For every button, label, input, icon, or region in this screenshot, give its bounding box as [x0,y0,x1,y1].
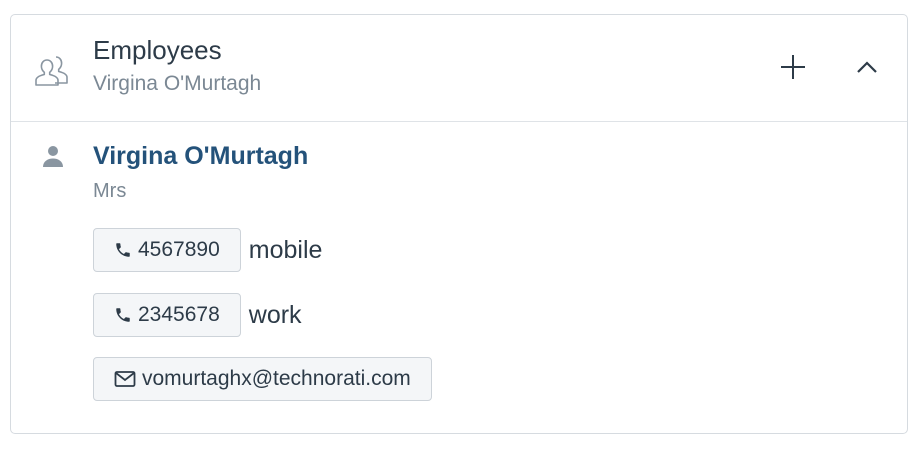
users-icon [33,49,73,89]
chevron-up-icon [856,60,878,79]
card-header: Employees Virgina O'Murtagh [11,15,907,122]
add-employee-button[interactable] [773,49,813,89]
employee-salutation: Mrs [93,180,127,202]
phone-button-mobile[interactable]: 4567890 [93,228,241,272]
phone-row-work: 2345678 work [93,293,302,337]
email-address: vomurtaghx@technorati.com [142,367,411,390]
employees-card: Employees Virgina O'Murtagh Virgina O'Mu… [10,14,908,434]
phone-number: 4567890 [138,238,220,261]
plus-icon [779,53,807,86]
email-row: vomurtaghx@technorati.com [93,357,432,401]
phone-type-label: mobile [248,235,323,264]
phone-icon [114,306,132,324]
phone-icon [114,241,132,259]
phone-button-work[interactable]: 2345678 [93,293,241,337]
phone-row-mobile: 4567890 mobile [93,228,322,272]
card-title: Employees [93,35,222,65]
card-subtitle: Virgina O'Murtagh [93,72,262,95]
employee-name-link[interactable]: Virgina O'Murtagh [93,142,308,171]
person-icon [41,144,65,168]
collapse-button[interactable] [847,49,887,89]
envelope-icon [114,370,136,388]
email-button[interactable]: vomurtaghx@technorati.com [93,357,432,401]
phone-type-label: work [248,300,302,329]
phone-number: 2345678 [138,303,220,326]
